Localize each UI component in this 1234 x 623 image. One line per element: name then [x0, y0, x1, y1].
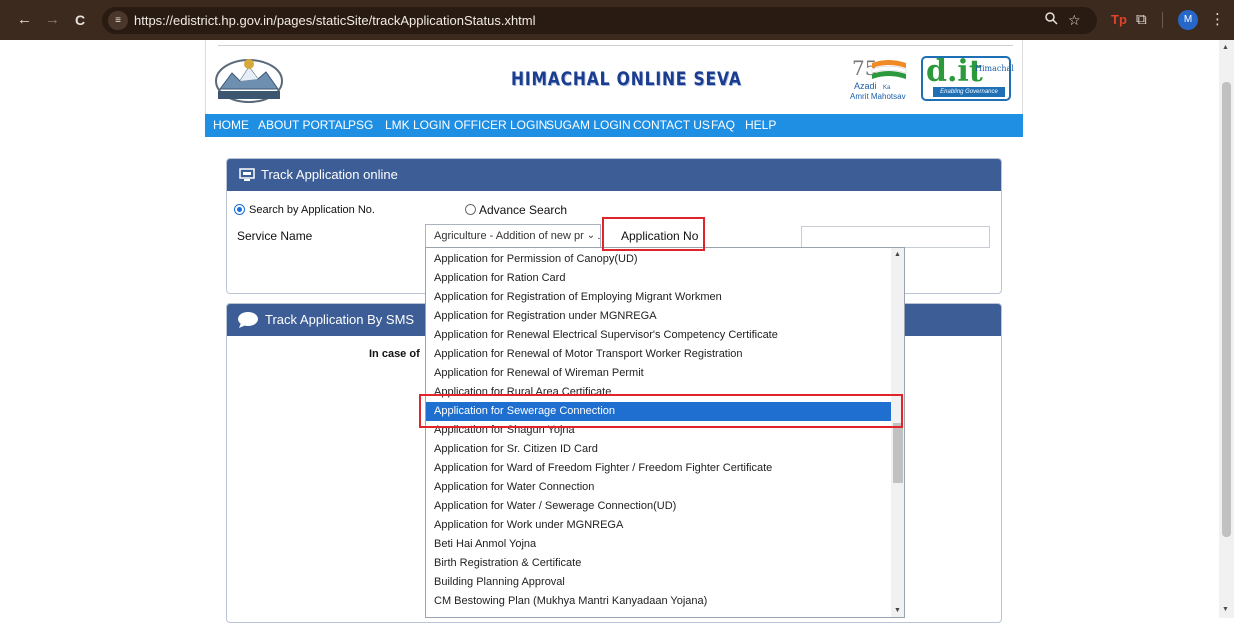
track-panel-header: Track Application online	[227, 159, 1001, 191]
chevron-down-icon[interactable]: ⌄	[584, 225, 598, 247]
service-name-selected-value: Agriculture - Addition of new product & …	[434, 230, 600, 242]
address-bar[interactable]: ≡ https://edistrict.hp.gov.in/pages/stat…	[102, 7, 1097, 34]
star-icon[interactable]: ☆	[1068, 11, 1081, 29]
site-title: HIMACHAL ONLINE SEVA	[511, 68, 742, 90]
azadi-ka-text: Ka	[883, 85, 891, 91]
header-divider	[218, 42, 1013, 46]
amrit-mahotsav-text: Amrit Mahotsav	[850, 92, 906, 101]
monitor-icon	[239, 168, 255, 181]
url-text[interactable]: https://edistrict.hp.gov.in/pages/static…	[134, 12, 536, 29]
hp-emblem-logo[interactable]	[214, 55, 284, 103]
radio-advance-search-label[interactable]: Advance Search	[479, 203, 567, 217]
radio-search-by-app-no[interactable]	[234, 204, 245, 215]
dropdown-option[interactable]: CM Bestowing Plan (Mukhya Mantri Kanyada…	[426, 592, 891, 611]
dropdown-option[interactable]: Application for Ration Card	[426, 269, 891, 288]
extension-tp-icon[interactable]: Tp	[1111, 10, 1127, 30]
chat-bubble-icon	[238, 312, 258, 328]
site-header: HIMACHAL ONLINE SEVA 75 Azadi Ka Amrit M…	[205, 40, 1023, 114]
profile-avatar[interactable]: M	[1178, 10, 1198, 30]
dropdown-option[interactable]: Application for Water Connection	[426, 478, 891, 497]
sms-instruction-text: In case of	[369, 348, 420, 360]
dropdown-option[interactable]: Application for Work under MGNREGA	[426, 516, 891, 535]
radio-search-by-app-no-label[interactable]: Search by Application No.	[249, 203, 375, 217]
browser-toolbar: ← → C ≡ https://edistrict.hp.gov.in/page…	[0, 0, 1234, 40]
scroll-down-arrow-icon[interactable]: ▼	[1222, 606, 1229, 613]
nav-lmk-login[interactable]: LMK LOGIN	[385, 118, 450, 132]
nav-psg[interactable]: PSG	[348, 118, 373, 132]
dropdown-option[interactable]: Application for Renewal Electrical Super…	[426, 326, 891, 345]
nav-sugam-login[interactable]: SUGAM LOGIN	[546, 118, 631, 132]
dit-tagline: Enabling Governance	[933, 87, 1005, 97]
toolbar-divider	[1162, 12, 1163, 28]
dropdown-option[interactable]: Application for Renewal of Wireman Permi…	[426, 364, 891, 383]
sms-panel-title: Track Application By SMS	[265, 312, 415, 327]
dropdown-option[interactable]: Application for Registration of Employin…	[426, 288, 891, 307]
page-scrollbar[interactable]: ▲ ▼	[1219, 40, 1234, 618]
nav-home[interactable]: HOME	[213, 118, 249, 132]
dropdown-option[interactable]: Application for Registration under MGNRE…	[426, 307, 891, 326]
nav-about-portal[interactable]: ABOUT PORTAL	[258, 118, 349, 132]
nav-faq[interactable]: FAQ	[711, 118, 735, 132]
service-name-label: Service Name	[237, 229, 313, 243]
forward-icon[interactable]: →	[45, 11, 60, 29]
dit-himachal-logo: d.it Himachal Enabling Governance	[921, 55, 1014, 101]
highlight-box-application-no	[602, 217, 705, 251]
main-nav: HOME ABOUT PORTAL PSG LMK LOGIN OFFICER …	[205, 114, 1023, 137]
dropdown-option[interactable]: Application for Ward of Freedom Fighter …	[426, 459, 891, 478]
dropdown-option[interactable]: Building Planning Approval	[426, 573, 891, 592]
service-dropdown-list[interactable]: Application for Permission of Canopy(UD)…	[425, 247, 905, 618]
dropdown-option[interactable]: Application for Permission of Canopy(UD)	[426, 250, 891, 269]
browser-menu-icon[interactable]: ⋮	[1210, 10, 1225, 30]
radio-advance-search[interactable]	[465, 204, 476, 215]
dropdown-option[interactable]: Beti Hai Anmol Yojna	[426, 535, 891, 554]
nav-help[interactable]: HELP	[745, 118, 776, 132]
dropdown-scrollbar-thumb[interactable]	[893, 423, 903, 483]
highlight-box-sewerage-connection	[419, 394, 903, 428]
page-scrollbar-thumb[interactable]	[1222, 82, 1231, 537]
track-panel-title: Track Application online	[261, 167, 398, 182]
azadi-ka-amrit-mahotsav-logo: 75 Azadi Ka Amrit Mahotsav	[850, 55, 914, 103]
nav-contact-us[interactable]: CONTACT US	[633, 118, 710, 132]
zoom-icon[interactable]	[1044, 11, 1058, 29]
nav-officer-login[interactable]: OFFICER LOGIN	[454, 118, 547, 132]
dropdown-option[interactable]: Application for Renewal of Motor Transpo…	[426, 345, 891, 364]
extensions-puzzle-icon[interactable]: ⧉	[1136, 10, 1147, 30]
back-icon[interactable]: ←	[17, 11, 32, 29]
reload-icon[interactable]: C	[75, 11, 85, 29]
scroll-up-arrow-icon[interactable]: ▲	[1222, 44, 1229, 51]
dropdown-scroll-down-icon[interactable]: ▼	[894, 607, 901, 614]
dropdown-scroll-up-icon[interactable]: ▲	[894, 251, 901, 258]
dropdown-option[interactable]: Application for Water / Sewerage Connect…	[426, 497, 891, 516]
dit-himachal-text: Himachal	[975, 64, 1014, 73]
site-info-icon[interactable]: ≡	[108, 11, 128, 30]
dropdown-option[interactable]: Application for Sr. Citizen ID Card	[426, 440, 891, 459]
dropdown-option[interactable]: Birth Registration & Certificate	[426, 554, 891, 573]
application-no-input[interactable]	[801, 226, 990, 248]
azadi-text: Azadi	[854, 81, 877, 91]
service-name-select[interactable]: Agriculture - Addition of new product & …	[425, 224, 601, 248]
dropdown-scrollbar[interactable]: ▲ ▼	[891, 248, 904, 617]
